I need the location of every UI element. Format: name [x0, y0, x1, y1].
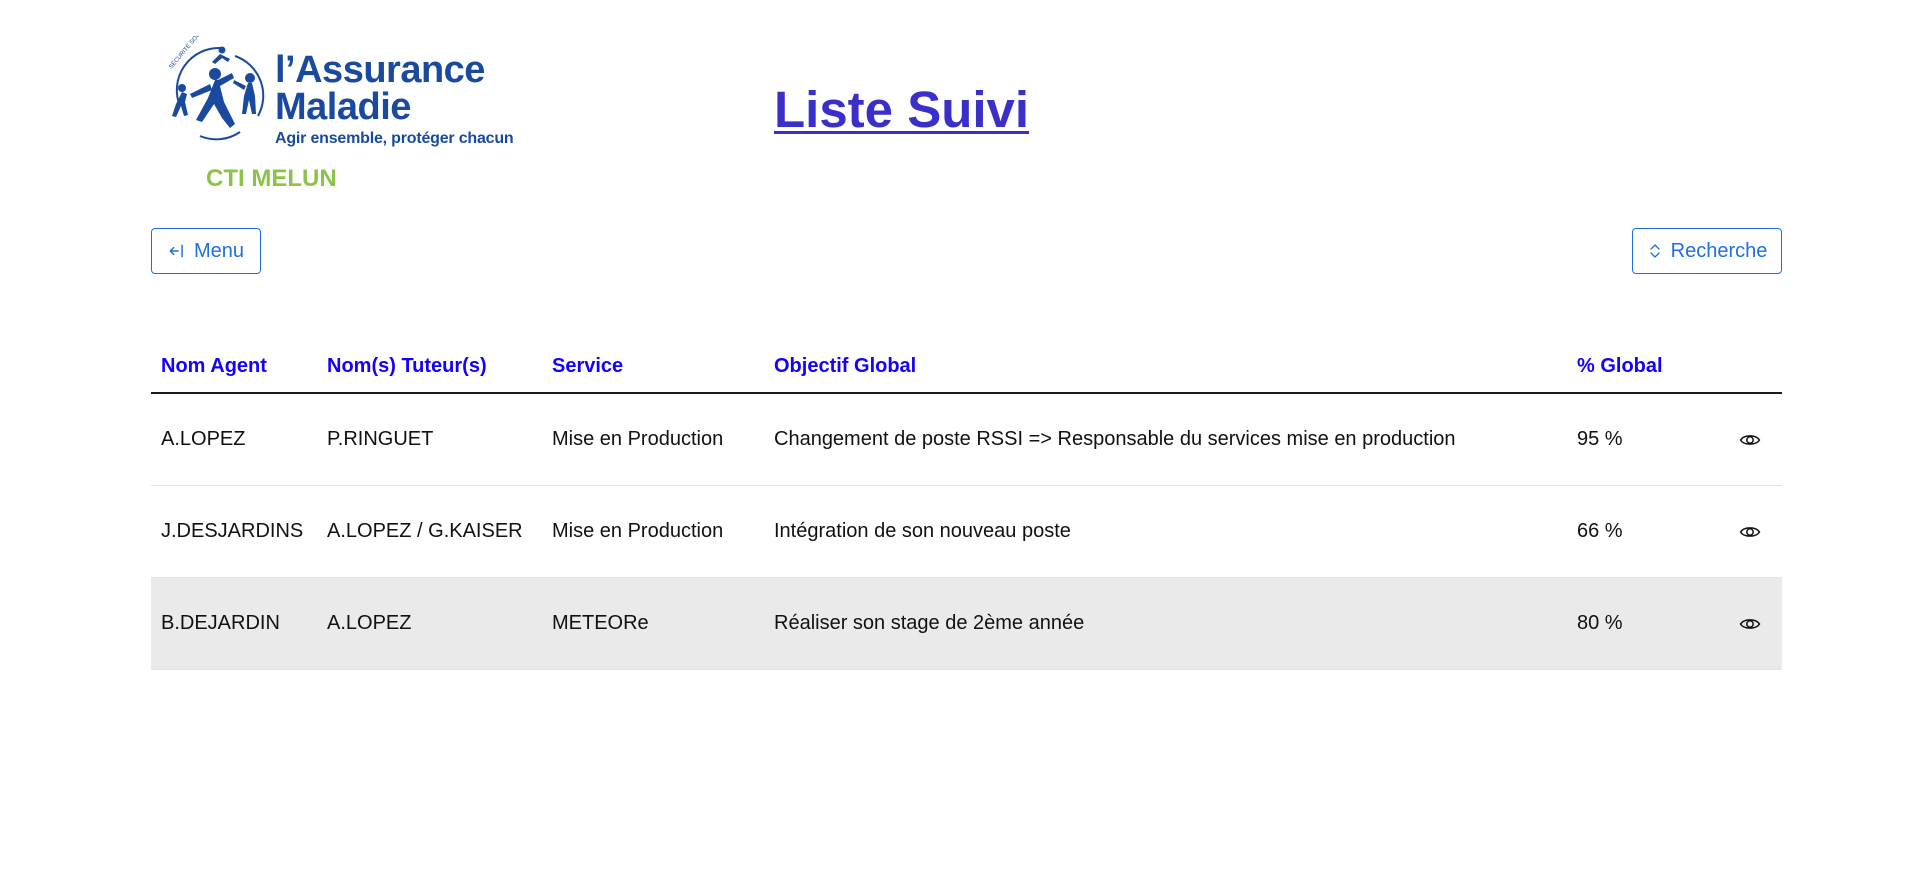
table-header: Nom Agent Nom(s) Tuteur(s) Service Objec… [151, 340, 1782, 394]
assurance-maladie-emblem-icon: SÉCURITÉ SOCIALE [168, 36, 265, 141]
site-label: CTI MELUN [206, 165, 337, 192]
search-button-label: Recherche [1670, 239, 1768, 262]
cell-action [1713, 577, 1782, 670]
page-title[interactable]: Liste Suivi [774, 80, 1029, 139]
cell-tutors: A.LOPEZ [317, 577, 542, 670]
view-button[interactable] [1735, 425, 1765, 455]
table-row[interactable]: A.LOPEZ P.RINGUET Mise en Production Cha… [151, 393, 1782, 486]
cell-action [1713, 485, 1782, 578]
cell-objective: Intégration de son nouveau poste [764, 485, 1567, 578]
cell-agent: B.DEJARDIN [151, 577, 317, 670]
cell-percent: 66 % [1567, 485, 1713, 578]
menu-button[interactable]: Menu [151, 228, 261, 274]
cell-service: Mise en Production [542, 393, 764, 486]
column-header-service[interactable]: Service [542, 340, 764, 394]
eye-icon [1739, 526, 1761, 537]
search-button[interactable]: Recherche [1632, 228, 1782, 274]
chevron-expand-icon [1649, 244, 1660, 258]
cell-agent: A.LOPEZ [151, 393, 317, 486]
column-header-objective[interactable]: Objectif Global [764, 340, 1567, 394]
follow-up-table-container: Nom Agent Nom(s) Tuteur(s) Service Objec… [151, 340, 1782, 670]
cell-tutors: P.RINGUET [317, 393, 542, 486]
eye-icon [1739, 618, 1761, 629]
logo-line1: l’Assurance [275, 49, 485, 91]
column-header-percent[interactable]: % Global [1567, 340, 1713, 394]
cell-tutors: A.LOPEZ / G.KAISER [317, 485, 542, 578]
follow-up-table: Nom Agent Nom(s) Tuteur(s) Service Objec… [151, 340, 1782, 670]
view-button[interactable] [1735, 609, 1765, 639]
cell-agent: J.DESJARDINS [151, 485, 317, 578]
cell-service: Mise en Production [542, 485, 764, 578]
logo-tagline: Agir ensemble, protéger chacun [275, 130, 514, 147]
column-header-tutors[interactable]: Nom(s) Tuteur(s) [317, 340, 542, 394]
cell-objective: Réaliser son stage de 2ème année [764, 577, 1567, 670]
logo-wordmark: l’Assurance Maladie Agir ensemble, proté… [275, 49, 514, 148]
table-header-row: Nom Agent Nom(s) Tuteur(s) Service Objec… [151, 340, 1782, 394]
table-row[interactable]: J.DESJARDINS A.LOPEZ / G.KAISER Mise en … [151, 485, 1782, 578]
column-header-actions [1713, 340, 1782, 394]
cell-service: METEORe [542, 577, 764, 670]
logo-line2: Maladie [275, 86, 411, 128]
logo: SÉCURITÉ SOCIALE l’Assurance Maladie Agi… [160, 36, 530, 156]
view-button[interactable] [1735, 517, 1765, 547]
page: SÉCURITÉ SOCIALE l’Assurance Maladie Agi… [0, 0, 1920, 880]
cell-percent: 80 % [1567, 577, 1713, 670]
arrow-bar-left-icon [169, 244, 183, 258]
cell-objective: Changement de poste RSSI => Responsable … [764, 393, 1567, 486]
menu-button-label: Menu [193, 239, 245, 262]
eye-icon [1739, 434, 1761, 445]
table-body: A.LOPEZ P.RINGUET Mise en Production Cha… [151, 393, 1782, 670]
cell-percent: 95 % [1567, 393, 1713, 486]
table-row[interactable]: B.DEJARDIN A.LOPEZ METEORe Réaliser son … [151, 577, 1782, 670]
svg-text:SÉCURITÉ SOCIALE: SÉCURITÉ SOCIALE [168, 36, 211, 70]
cell-action [1713, 393, 1782, 486]
column-header-agent[interactable]: Nom Agent [151, 340, 317, 394]
